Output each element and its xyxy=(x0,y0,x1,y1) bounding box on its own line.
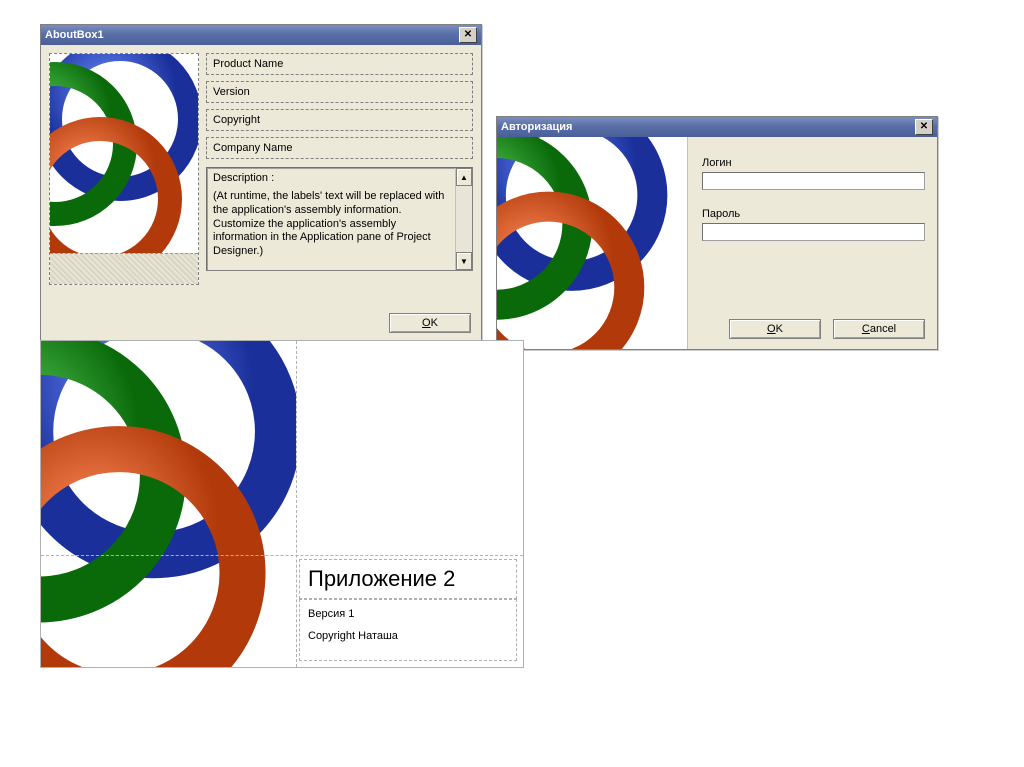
rings-icon xyxy=(497,137,687,349)
description-scrollbar[interactable]: ▲ ▼ xyxy=(455,168,472,270)
ok-button[interactable]: OK xyxy=(389,313,471,333)
splash-window: Приложение 2 Версия 1 Copyright Наташа xyxy=(40,340,524,668)
login-label: Логин xyxy=(702,157,925,169)
auth-window: Авторизация ✕ Логин Пароль OK Cancel xyxy=(496,116,938,350)
auth-logo-panel xyxy=(497,137,688,349)
copyright-label: Copyright xyxy=(206,109,473,131)
scroll-up-icon[interactable]: ▲ xyxy=(456,168,472,186)
version-label: Version xyxy=(206,81,473,103)
password-label: Пароль xyxy=(702,208,925,220)
scroll-down-icon[interactable]: ▼ xyxy=(456,252,472,270)
aboutbox-logo-panel xyxy=(49,53,199,285)
cancel-label-rest: ancel xyxy=(870,323,896,335)
auth-cancel-button[interactable]: Cancel xyxy=(833,319,925,339)
auth-titlebar[interactable]: Авторизация ✕ xyxy=(497,117,937,137)
aboutbox-titlebar[interactable]: AboutBox1 ✕ xyxy=(41,25,481,45)
rings-icon xyxy=(41,341,296,667)
aboutbox-window: AboutBox1 ✕ Product Name Version Copyrig… xyxy=(40,24,482,342)
password-input[interactable] xyxy=(702,223,925,241)
close-icon[interactable]: ✕ xyxy=(915,119,933,135)
description-heading: Description : xyxy=(213,172,452,184)
splash-copyright: Copyright Наташа xyxy=(308,630,508,642)
ok-label: K xyxy=(431,317,438,329)
description-text: (At runtime, the labels' text will be re… xyxy=(213,190,452,259)
splash-app-title: Приложение 2 xyxy=(299,559,517,599)
login-input[interactable] xyxy=(702,172,925,190)
splash-info-box: Версия 1 Copyright Наташа xyxy=(299,599,517,661)
auth-ok-button[interactable]: OK xyxy=(729,319,821,339)
rings-icon xyxy=(49,53,199,285)
description-box: Description : (At runtime, the labels' t… xyxy=(206,167,473,271)
auth-title: Авторизация xyxy=(501,121,572,133)
close-icon[interactable]: ✕ xyxy=(459,27,477,43)
splash-logo-panel xyxy=(41,341,296,667)
splash-version: Версия 1 xyxy=(308,608,508,620)
company-label: Company Name xyxy=(206,137,473,159)
product-name-label: Product Name xyxy=(206,53,473,75)
aboutbox-title: AboutBox1 xyxy=(45,29,104,41)
